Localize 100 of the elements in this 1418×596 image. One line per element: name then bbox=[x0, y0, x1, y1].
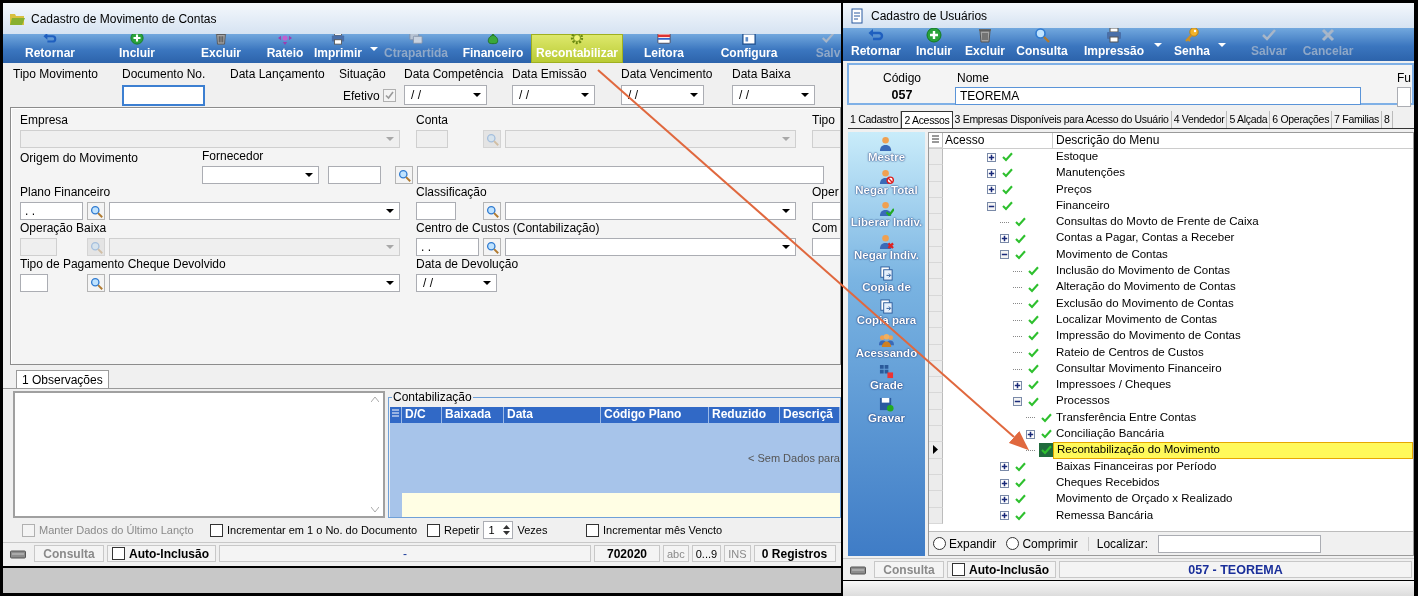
input-field[interactable]: . . bbox=[416, 238, 479, 256]
spinner-icon[interactable] bbox=[503, 524, 511, 536]
date-dropdown[interactable]: / / bbox=[416, 274, 497, 292]
toolbar-button[interactable]: Incluir bbox=[102, 34, 172, 63]
dropdown[interactable] bbox=[202, 166, 319, 184]
tab[interactable]: 8 bbox=[1381, 111, 1393, 128]
plus-icon[interactable] bbox=[987, 152, 996, 162]
input-field[interactable] bbox=[416, 202, 456, 220]
tree-item[interactable]: Movimento de Contas bbox=[1053, 246, 1413, 264]
input-field[interactable] bbox=[812, 238, 840, 256]
input-field[interactable] bbox=[812, 202, 840, 220]
tree-item[interactable]: Contas a Pagar, Contas a Receber bbox=[1053, 230, 1413, 247]
minus-icon[interactable] bbox=[1000, 250, 1009, 260]
input-field[interactable] bbox=[20, 274, 48, 292]
toolbar-button[interactable]: Retornar bbox=[15, 34, 85, 63]
search-button[interactable] bbox=[395, 166, 413, 184]
plus-icon[interactable] bbox=[1000, 234, 1009, 244]
checkbox[interactable] bbox=[427, 523, 440, 537]
input-field[interactable] bbox=[328, 166, 381, 184]
input-field[interactable] bbox=[417, 166, 824, 184]
spin-field[interactable]: 1 bbox=[483, 521, 514, 539]
tab[interactable]: 7 Familias bbox=[1332, 111, 1382, 128]
tree-item[interactable]: Financeiro bbox=[1053, 197, 1413, 215]
tree-item[interactable]: Remessa Bancária bbox=[1053, 507, 1413, 524]
access-toggle[interactable] bbox=[1039, 443, 1053, 458]
tab[interactable]: 2 Acessos bbox=[901, 111, 953, 128]
tab[interactable]: 3 Empresas Disponíveis para Acesso do Usuário bbox=[952, 111, 1172, 128]
plus-icon[interactable] bbox=[1000, 462, 1009, 472]
tree-item[interactable]: Alteração do Movimento de Contas bbox=[1053, 279, 1413, 296]
tree-item[interactable]: Inclusão do Movimento de Contas bbox=[1053, 263, 1413, 280]
caret-icon[interactable] bbox=[1218, 42, 1226, 47]
tree-item[interactable]: Impressoes / Cheques bbox=[1053, 377, 1413, 394]
tree-item[interactable]: Baixas Financeiras por Período bbox=[1053, 458, 1413, 475]
plus-icon[interactable] bbox=[1000, 511, 1009, 521]
column-header[interactable]: Acesso bbox=[943, 133, 1053, 148]
search-button[interactable] bbox=[87, 274, 105, 292]
row-header[interactable] bbox=[929, 442, 943, 459]
tab[interactable]: 1 Observações bbox=[16, 370, 109, 388]
plus-icon[interactable] bbox=[987, 185, 996, 195]
checkbox[interactable] bbox=[586, 523, 599, 537]
checkbox[interactable] bbox=[952, 563, 965, 576]
toolbar-button[interactable]: Financeiro bbox=[458, 34, 528, 63]
plus-icon[interactable] bbox=[987, 168, 996, 178]
input-field[interactable]: . . bbox=[20, 202, 83, 220]
tree-item[interactable]: Preços bbox=[1053, 181, 1413, 198]
search-button[interactable] bbox=[483, 238, 501, 256]
search-button[interactable] bbox=[483, 202, 501, 220]
dropdown[interactable] bbox=[109, 274, 400, 292]
notes-field[interactable] bbox=[13, 391, 385, 518]
radio-button[interactable] bbox=[1006, 537, 1020, 550]
toolbar-button[interactable]: Retornar bbox=[848, 28, 904, 61]
checkbox[interactable] bbox=[210, 523, 223, 537]
toolbar-button[interactable]: Rateio bbox=[258, 34, 312, 63]
dropdown[interactable] bbox=[505, 238, 796, 256]
plus-icon[interactable] bbox=[1013, 380, 1022, 390]
toolbar-button[interactable]: Excluir bbox=[960, 28, 1010, 61]
tree-item[interactable]: Conciliação Bancária bbox=[1053, 426, 1413, 443]
scroll-down-icon[interactable] bbox=[371, 507, 379, 512]
tree-item[interactable]: Cheques Recebidos bbox=[1053, 474, 1413, 492]
input-field[interactable]: TEOREMA bbox=[955, 87, 1361, 105]
tree-item[interactable]: Movimento de Orçado x Realizado bbox=[1053, 491, 1413, 508]
access-toggle[interactable] bbox=[1026, 362, 1040, 376]
minus-icon[interactable] bbox=[1013, 397, 1022, 407]
toolbar-button[interactable]: Consulta bbox=[1014, 28, 1070, 61]
search-field[interactable] bbox=[1158, 534, 1322, 553]
tree-item[interactable]: Impressão do Movimento de Contas bbox=[1053, 328, 1413, 345]
tree-item[interactable]: Localizar Movimento de Contas bbox=[1053, 311, 1413, 329]
date-dropdown[interactable]: / / bbox=[621, 85, 704, 105]
tab[interactable]: 4 Vendedor bbox=[1171, 111, 1228, 128]
date-dropdown[interactable]: / / bbox=[404, 85, 487, 105]
date-dropdown[interactable]: / / bbox=[732, 85, 815, 105]
search-button[interactable] bbox=[87, 202, 105, 220]
toolbar-button[interactable]: Impressão bbox=[1082, 28, 1146, 61]
plus-icon[interactable] bbox=[1000, 494, 1009, 504]
tree-item[interactable]: Manutenções bbox=[1053, 165, 1413, 182]
minus-icon[interactable] bbox=[987, 201, 996, 211]
tree-item[interactable]: Exclusão do Movimento de Contas bbox=[1053, 295, 1413, 312]
input-field[interactable] bbox=[1397, 87, 1411, 107]
tree-item[interactable]: Recontabilização do Movimento bbox=[1053, 442, 1413, 459]
tree-item[interactable]: Estoque bbox=[1053, 149, 1413, 166]
plus-icon[interactable] bbox=[1026, 429, 1035, 439]
toolbar-button[interactable]: Senha bbox=[1174, 28, 1210, 61]
toolbar-button[interactable]: Excluir bbox=[186, 34, 256, 63]
tree-item[interactable]: Consultar Movimento Financeiro bbox=[1053, 360, 1413, 378]
column-header[interactable]: Descrição do Menu bbox=[1053, 133, 1160, 148]
tree-item[interactable]: Consultas do Movto de Frente de Caixa bbox=[1053, 214, 1413, 231]
toolbar-button[interactable]: Leitora bbox=[629, 34, 699, 63]
caret-icon[interactable] bbox=[1154, 42, 1162, 47]
tab[interactable]: 5 Alçada bbox=[1227, 111, 1271, 128]
input-field[interactable] bbox=[122, 85, 205, 106]
dropdown[interactable] bbox=[505, 202, 796, 220]
caret-icon[interactable] bbox=[370, 46, 378, 51]
checkbox[interactable] bbox=[112, 547, 125, 560]
tab[interactable]: 6 Operações bbox=[1270, 111, 1333, 128]
scroll-up-icon[interactable] bbox=[371, 397, 379, 402]
radio-button[interactable] bbox=[933, 537, 946, 550]
toolbar-button[interactable]: Incluir bbox=[910, 28, 958, 61]
tree-item[interactable]: Rateio de Centros de Custos bbox=[1053, 344, 1413, 361]
toolbar-button[interactable]: Imprimir bbox=[312, 34, 364, 63]
tree-item[interactable]: Processos bbox=[1053, 393, 1413, 410]
